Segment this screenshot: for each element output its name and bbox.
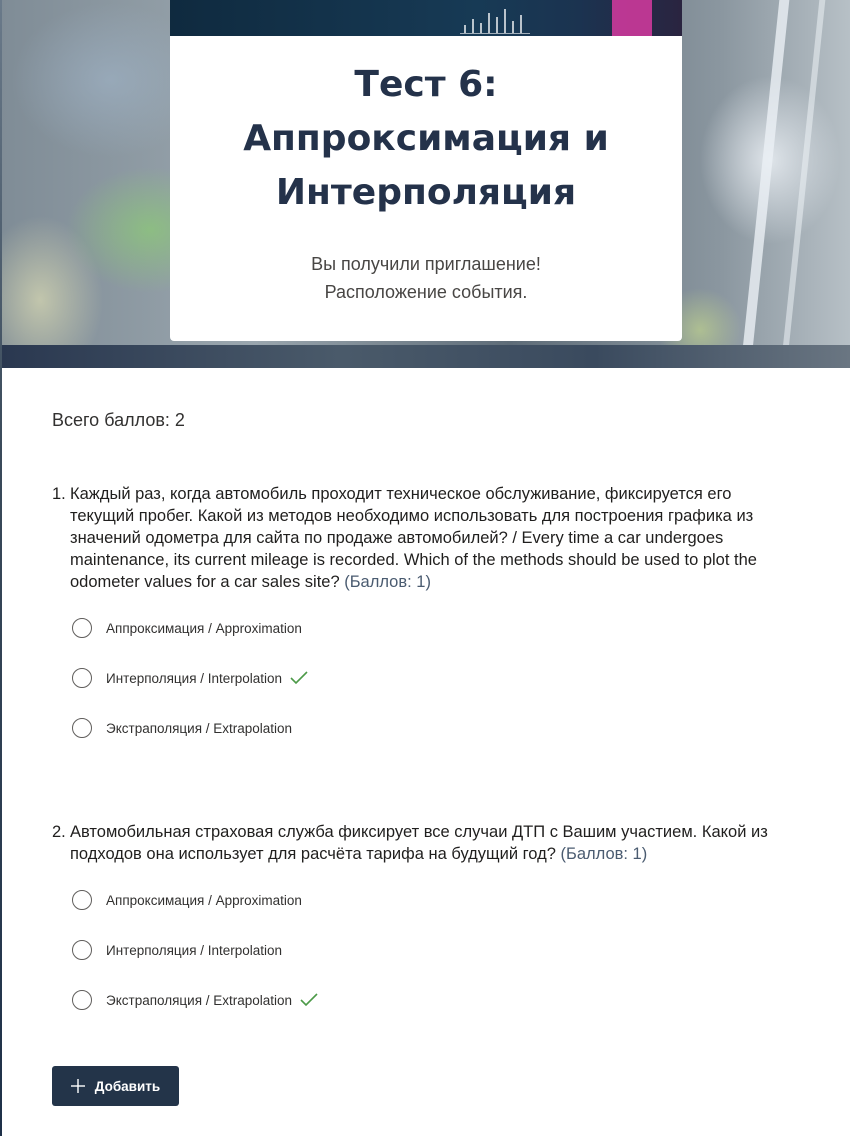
banner-graph	[460, 6, 530, 34]
option-approximation[interactable]: Аппроксимация / Approximation	[72, 888, 302, 912]
option-label: Интерполяция / Interpolation	[106, 942, 283, 958]
banner-stripe	[780, 0, 826, 368]
total-points: Всего баллов: 2	[52, 410, 185, 430]
option-label: Интерполяция / Interpolation	[106, 670, 283, 686]
question-points: (Баллов: 1)	[344, 573, 431, 591]
form-title-line: Тест 6:	[354, 64, 498, 105]
question-number: 2.	[52, 823, 66, 841]
question-text: 1. Каждый раз, когда автомобиль проходит…	[52, 483, 772, 593]
question-body: Автомобильная страховая служба фиксирует…	[70, 823, 768, 863]
option-extrapolation[interactable]: Экстраполяция / Extrapolation	[72, 716, 292, 740]
form-title-line: Интерполяция	[275, 172, 577, 213]
form-title-line: Аппроксимация и	[243, 118, 609, 159]
banner-screen	[170, 0, 682, 40]
question-text: 2. Автомобильная страховая служба фиксир…	[52, 821, 772, 865]
banner-stripe	[740, 0, 790, 368]
question-number: 1.	[52, 485, 66, 503]
check-icon	[300, 993, 318, 1007]
option-interpolation[interactable]: Интерполяция / Interpolation	[72, 666, 308, 690]
option-label: Экстраполяция / Extrapolation	[106, 720, 293, 736]
banner-bottom-band	[0, 345, 850, 368]
question-points: (Баллов: 1)	[560, 845, 648, 863]
question-2: 2. Автомобильная страховая служба фиксир…	[52, 821, 772, 1010]
form-subtitle-line: Расположение события.	[324, 282, 528, 302]
option-interpolation[interactable]: Интерполяция / Interpolation	[72, 938, 282, 962]
form-subtitle-line: Вы получили приглашение!	[311, 254, 541, 274]
option-approximation[interactable]: Аппроксимация / Approximation	[72, 616, 302, 640]
radio-button[interactable]	[72, 668, 92, 688]
radio-button[interactable]	[72, 890, 92, 910]
radio-button[interactable]	[72, 718, 92, 738]
plus-icon	[70, 1079, 85, 1093]
add-button-label: Добавить	[94, 1078, 161, 1094]
banner-highlight	[612, 0, 652, 36]
check-icon	[290, 671, 308, 685]
option-extrapolation[interactable]: Экстраполяция / Extrapolation	[72, 988, 318, 1012]
question-1: 1. Каждый раз, когда автомобиль проходит…	[52, 483, 772, 738]
form-subtitle: Вы получили приглашение! Расположение со…	[170, 250, 682, 306]
radio-button[interactable]	[72, 990, 92, 1010]
add-button[interactable]: Добавить	[52, 1066, 179, 1106]
option-label: Экстраполяция / Extrapolation	[106, 992, 293, 1008]
option-label: Аппроксимация / Approximation	[106, 892, 302, 908]
radio-button[interactable]	[72, 940, 92, 960]
left-edge	[0, 0, 2, 1136]
option-label: Аппроксимация / Approximation	[106, 620, 302, 636]
form-title: Тест 6: Аппроксимация и Интерполяция	[170, 58, 682, 220]
radio-button[interactable]	[72, 618, 92, 638]
title-card: Тест 6: Аппроксимация и Интерполяция Вы …	[170, 36, 682, 341]
